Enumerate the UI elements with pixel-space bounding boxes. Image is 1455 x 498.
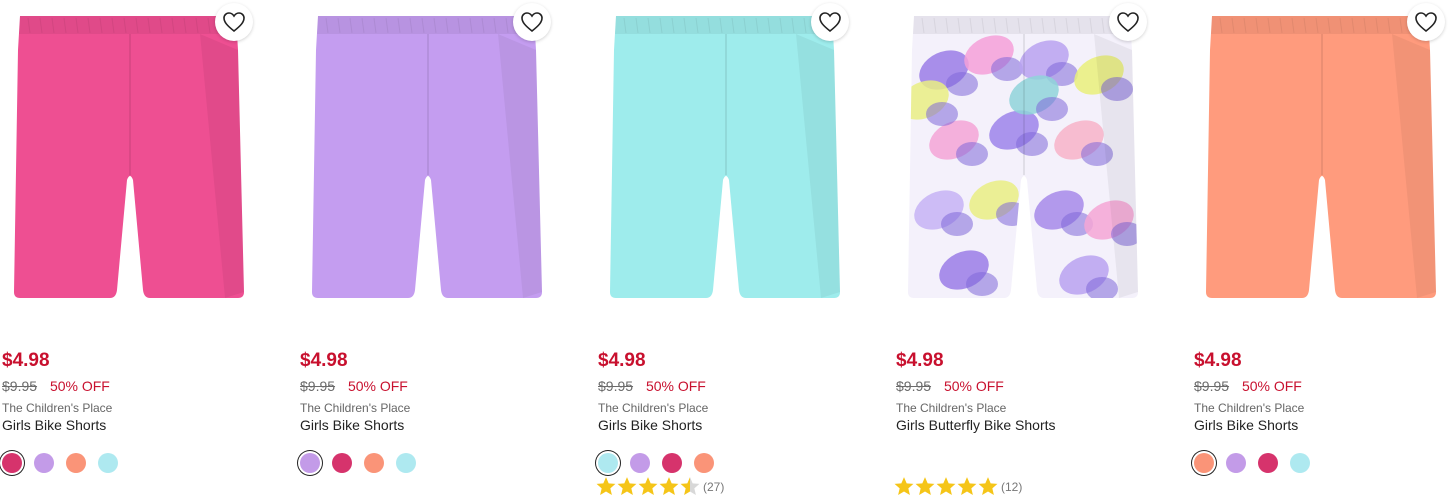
original-price: $9.95 [896, 378, 932, 394]
star-icon [638, 477, 658, 495]
brand-name: The Children's Place [598, 401, 709, 415]
color-swatch[interactable] [2, 453, 22, 473]
price-details: $9.95 50% OFF [2, 378, 110, 394]
discount-label: 50% OFF [645, 378, 706, 394]
star-icon [978, 477, 998, 495]
color-swatch[interactable] [364, 453, 384, 473]
product-card[interactable]: $4.98 $9.95 50% OFF The Children's Place… [298, 0, 558, 496]
shorts-image [312, 16, 542, 298]
color-swatch[interactable] [66, 453, 86, 473]
favorite-button[interactable] [215, 3, 253, 41]
color-swatch[interactable] [332, 453, 352, 473]
star-icon [915, 477, 935, 495]
color-swatch[interactable] [1194, 453, 1214, 473]
original-price: $9.95 [1194, 378, 1230, 394]
product-title[interactable]: Girls Bike Shorts [1194, 417, 1298, 433]
heart-outline-icon [819, 12, 841, 33]
shorts-image [610, 16, 840, 298]
product-title[interactable]: Girls Butterfly Bike Shorts [896, 417, 1056, 433]
product-card[interactable]: $4.98 $9.95 50% OFF The Children's Place… [596, 0, 856, 496]
product-card[interactable]: $4.98 $9.95 50% OFF The Children's Place… [0, 0, 260, 496]
color-swatch[interactable] [98, 453, 118, 473]
discount-label: 50% OFF [1241, 378, 1302, 394]
color-swatch[interactable] [1226, 453, 1246, 473]
discount-label: 50% OFF [943, 378, 1004, 394]
favorite-button[interactable] [513, 3, 551, 41]
product-title[interactable]: Girls Bike Shorts [300, 417, 404, 433]
product-title[interactable]: Girls Bike Shorts [2, 417, 106, 433]
favorite-button[interactable] [811, 3, 849, 41]
discount-label: 50% OFF [347, 378, 408, 394]
shorts-image [14, 16, 244, 298]
price-details: $9.95 50% OFF [598, 378, 706, 394]
sale-price: $4.98 [896, 350, 944, 371]
shorts-image [908, 16, 1138, 298]
favorite-button[interactable] [1109, 3, 1147, 41]
color-swatch[interactable] [300, 453, 320, 473]
star-icon [680, 477, 700, 495]
product-image[interactable] [1192, 0, 1452, 320]
sale-price: $4.98 [2, 350, 50, 371]
color-swatch[interactable] [630, 453, 650, 473]
heart-outline-icon [1415, 12, 1437, 33]
star-icon [596, 477, 616, 495]
brand-name: The Children's Place [300, 401, 411, 415]
product-card[interactable]: $4.98 $9.95 50% OFF The Children's Place… [894, 0, 1154, 496]
favorite-button[interactable] [1407, 3, 1445, 41]
color-swatch[interactable] [396, 453, 416, 473]
brand-name: The Children's Place [2, 401, 113, 415]
discount-label: 50% OFF [49, 378, 110, 394]
product-image[interactable] [298, 0, 558, 320]
shorts-image [1206, 16, 1436, 298]
star-icon [659, 477, 679, 495]
product-image[interactable] [596, 0, 856, 320]
product-card[interactable]: $4.98 $9.95 50% OFF The Children's Place… [1192, 0, 1452, 496]
brand-name: The Children's Place [896, 401, 1007, 415]
product-image[interactable] [894, 0, 1154, 320]
color-swatch[interactable] [1290, 453, 1310, 473]
color-swatch[interactable] [598, 453, 618, 473]
color-swatch[interactable] [34, 453, 54, 473]
product-image[interactable] [0, 0, 260, 320]
price-details: $9.95 50% OFF [896, 378, 1004, 394]
price-details: $9.95 50% OFF [1194, 378, 1302, 394]
color-swatch[interactable] [694, 453, 714, 473]
sale-price: $4.98 [1194, 350, 1242, 371]
sale-price: $4.98 [300, 350, 348, 371]
review-count: (27) [703, 480, 725, 494]
product-title[interactable]: Girls Bike Shorts [598, 417, 702, 433]
star-icon [894, 477, 914, 495]
color-swatch[interactable] [1258, 453, 1278, 473]
star-icon [936, 477, 956, 495]
heart-outline-icon [521, 12, 543, 33]
original-price: $9.95 [2, 378, 38, 394]
sale-price: $4.98 [598, 350, 646, 371]
original-price: $9.95 [598, 378, 634, 394]
product-grid: $4.98 $9.95 50% OFF The Children's Place… [0, 0, 1455, 496]
heart-outline-icon [1117, 12, 1139, 33]
brand-name: The Children's Place [1194, 401, 1305, 415]
heart-outline-icon [223, 12, 245, 33]
original-price: $9.95 [300, 378, 336, 394]
color-swatch[interactable] [662, 453, 682, 473]
star-icon [617, 477, 637, 495]
review-count: (12) [1001, 480, 1023, 494]
price-details: $9.95 50% OFF [300, 378, 408, 394]
star-icon [957, 477, 977, 495]
